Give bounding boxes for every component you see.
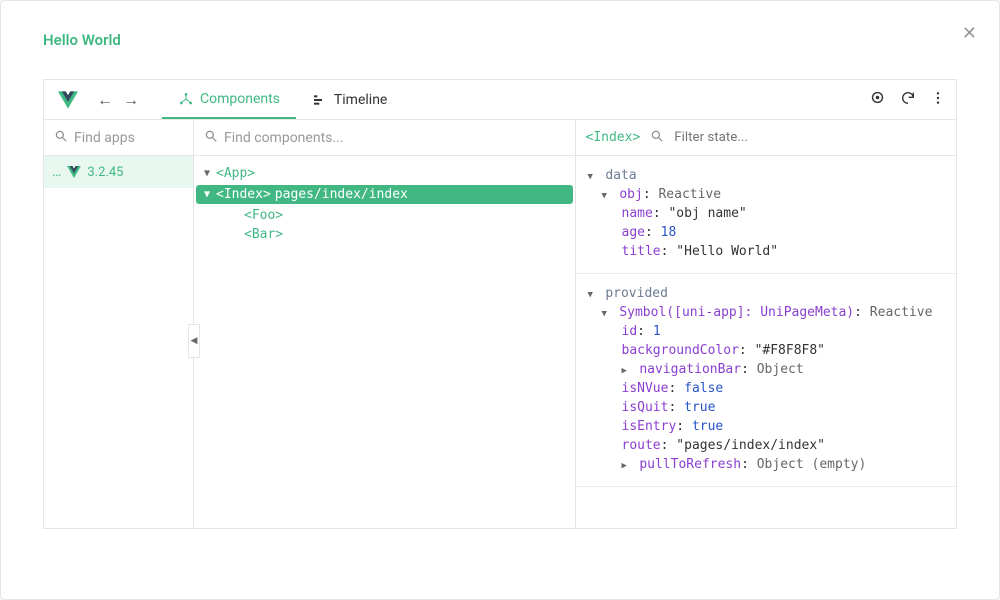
ellipsis-text: … [52, 164, 61, 180]
state-row[interactable]: age: 18 [588, 223, 945, 242]
state-row[interactable]: ▼ obj: Reactive [588, 185, 945, 204]
back-button[interactable]: ← [92, 90, 118, 110]
page-title: Hello World [43, 31, 957, 49]
caret-right-icon: ▶ [622, 461, 632, 471]
state-column: <Index> ▼ data ▼ obj: Reactive name: "ob… [576, 120, 957, 528]
caret-down-icon: ▼ [602, 309, 612, 319]
caret-down-icon[interactable]: ▼ [588, 290, 598, 300]
app-version: 3.2.45 [87, 165, 123, 180]
refresh-icon[interactable] [900, 90, 916, 110]
component-path: pages/index/index [275, 187, 408, 202]
tab-components[interactable]: Components [162, 80, 296, 119]
app-item[interactable]: … 3.2.45 [44, 156, 193, 188]
component-tag: <Bar> [244, 227, 283, 242]
state-row[interactable]: backgroundColor: "#F8F8F8" [588, 341, 945, 360]
kebab-menu-icon[interactable] [930, 90, 946, 110]
state-row[interactable]: id: 1 [588, 322, 945, 341]
state-section-data: ▼ data ▼ obj: Reactive name: "obj name" … [576, 156, 957, 274]
caret-down-icon: ▼ [204, 168, 212, 179]
section-title: data [605, 168, 636, 183]
collapse-handle[interactable]: ◀ [188, 324, 200, 358]
tab-label: Components [200, 91, 280, 107]
vue-logo-icon [58, 91, 78, 109]
state-row[interactable]: isEntry: true [588, 417, 945, 436]
caret-down-icon[interactable]: ▼ [588, 172, 598, 182]
apps-column: … 3.2.45 [44, 120, 194, 528]
tree-node-app[interactable]: ▼ <App> [204, 164, 565, 183]
state-row[interactable]: title: "Hello World" [588, 242, 945, 261]
state-section-provided: ▼ provided ▼ Symbol([uni-app]: UniPageMe… [576, 274, 957, 487]
selected-component-tag: <Index> [586, 130, 641, 145]
toolbar: ← → Components Timeline [44, 80, 956, 120]
tree-node-bar[interactable]: <Bar> [204, 225, 565, 244]
state-filter-input[interactable] [674, 130, 946, 145]
state-row[interactable]: ▶ pullToRefresh: Object (empty) [588, 455, 945, 474]
component-tag: <Foo> [244, 208, 283, 223]
vue-mark-icon [67, 166, 81, 178]
state-row[interactable]: isQuit: true [588, 398, 945, 417]
forward-button[interactable]: → [118, 90, 144, 110]
target-icon[interactable] [869, 89, 886, 110]
tab-label: Timeline [334, 92, 387, 108]
search-icon [54, 129, 68, 147]
state-row[interactable]: route: "pages/index/index" [588, 436, 945, 455]
tab-timeline[interactable]: Timeline [296, 80, 403, 119]
apps-search-input[interactable] [74, 130, 183, 146]
component-tag: <App> [216, 166, 255, 181]
devtools-panel: ← → Components Timeline [43, 79, 957, 529]
caret-down-icon: ▼ [204, 189, 212, 200]
search-icon [650, 129, 664, 147]
components-search-input[interactable] [224, 130, 565, 146]
state-row[interactable]: name: "obj name" [588, 204, 945, 223]
close-icon[interactable]: ✕ [962, 23, 977, 44]
tree-node-index[interactable]: ▼ <Index> pages/index/index [196, 185, 573, 204]
section-title: provided [605, 286, 668, 301]
tree-node-foo[interactable]: <Foo> [204, 206, 565, 225]
components-icon [178, 91, 194, 107]
component-tag: <Index> [216, 187, 271, 202]
caret-right-icon: ▶ [622, 366, 632, 376]
component-tree-column: ▼ <App> ▼ <Index> pages/index/index <Foo… [194, 120, 576, 528]
timeline-icon [312, 92, 328, 108]
state-row[interactable]: ▼ Symbol([uni-app]: UniPageMeta): Reacti… [588, 303, 945, 322]
caret-down-icon: ▼ [602, 191, 612, 201]
search-icon [204, 129, 218, 147]
state-row[interactable]: isNVue: false [588, 379, 945, 398]
state-row[interactable]: ▶ navigationBar: Object [588, 360, 945, 379]
